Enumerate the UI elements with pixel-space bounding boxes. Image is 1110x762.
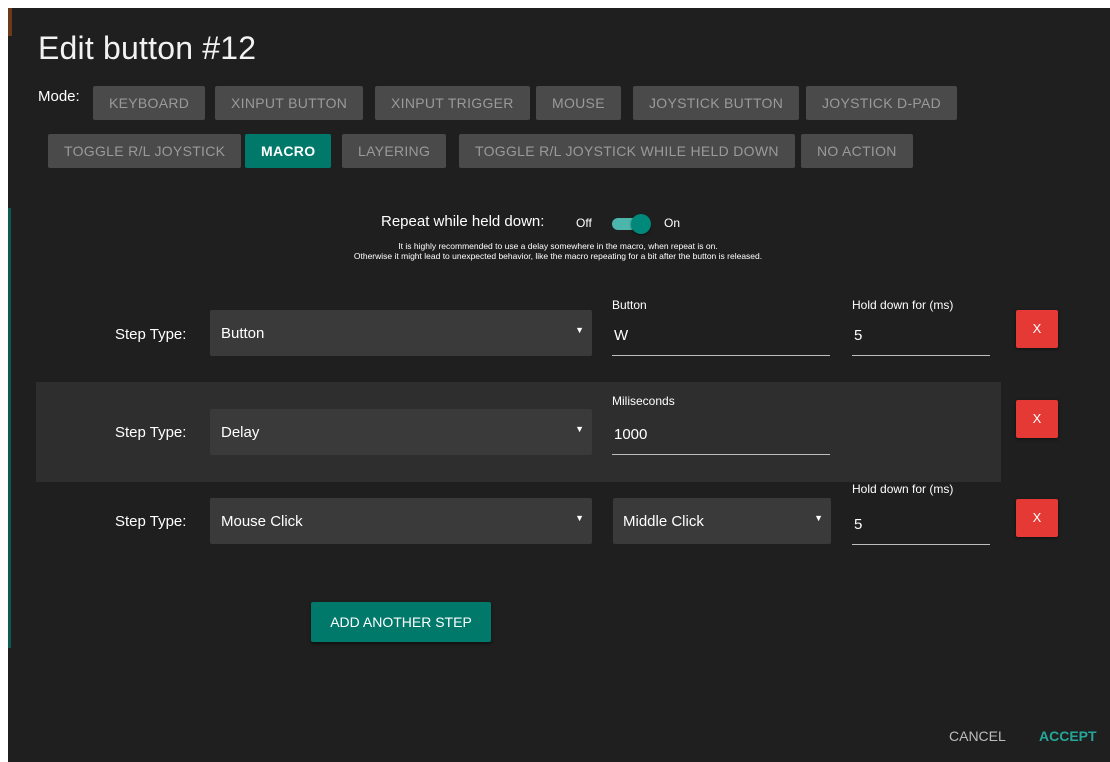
step-type-value: Button (221, 325, 265, 342)
button-key-input[interactable]: W (612, 316, 830, 356)
dropdown-caret-icon: ▼ (575, 325, 584, 335)
hold-down-input[interactable]: 5 (852, 316, 990, 356)
step-type-value: Delay (221, 424, 260, 441)
repeat-hint: It is highly recommended to use a delay … (238, 241, 878, 261)
milliseconds-input[interactable]: 1000 (612, 415, 830, 455)
milliseconds-value: 1000 (614, 426, 648, 443)
repeat-on-label: On (664, 216, 681, 230)
dropdown-caret-icon: ▼ (814, 513, 823, 523)
mode-mouse-button[interactable]: MOUSE (536, 86, 621, 120)
dropdown-caret-icon: ▼ (575, 424, 584, 434)
repeat-toggle[interactable] (610, 214, 651, 234)
mode-keyboard-button[interactable]: KEYBOARD (93, 86, 206, 120)
delete-step-button[interactable]: X (1016, 400, 1058, 438)
cancel-button[interactable]: CANCEL (949, 728, 1006, 744)
hold-down-label: Hold down for (ms) (852, 298, 954, 312)
step-type-label: Step Type: (115, 326, 187, 343)
step-type-value: Mouse Click (221, 513, 303, 530)
hold-down-label: Hold down for (ms) (852, 482, 954, 496)
mode-toggle-rl-joystick-held-button[interactable]: TOGGLE R/L JOYSTICK WHILE HELD DOWN (459, 134, 795, 168)
mode-joystick-dpad-button[interactable]: JOYSTICK D-PAD (806, 86, 958, 120)
app-window: Edit button #12 Mode: KEYBOARD XINPUT BU… (0, 0, 1110, 762)
button-key-value: W (614, 327, 629, 344)
mode-xinput-trigger-button[interactable]: XINPUT TRIGGER (375, 86, 530, 120)
repeat-hint-line1: It is highly recommended to use a delay … (398, 241, 718, 251)
add-another-step-button[interactable]: ADD ANOTHER STEP (311, 602, 491, 642)
dropdown-caret-icon: ▼ (575, 513, 584, 523)
dialog-edge-decoration (8, 8, 12, 36)
edit-button-dialog: Edit button #12 Mode: KEYBOARD XINPUT BU… (8, 8, 1110, 762)
accept-button[interactable]: ACCEPT (1039, 728, 1097, 744)
hold-down-value: 5 (854, 327, 863, 344)
mode-layering-button[interactable]: LAYERING (342, 134, 447, 168)
mode-joystick-button-button[interactable]: JOYSTICK BUTTON (633, 86, 800, 120)
dialog-title: Edit button #12 (38, 30, 257, 66)
toggle-thumb (631, 214, 651, 234)
dialog-edge-accent (8, 208, 11, 648)
step-type-select[interactable]: Delay ▼ (210, 409, 592, 455)
mode-macro-button[interactable]: MACRO (245, 134, 332, 168)
button-field-label: Button (612, 298, 647, 312)
milliseconds-label: Miliseconds (612, 394, 675, 408)
mode-toggle-rl-joystick-button[interactable]: TOGGLE R/L JOYSTICK (48, 134, 242, 168)
hold-down-value: 5 (854, 516, 863, 533)
delete-step-button[interactable]: X (1016, 499, 1058, 537)
repeat-label: Repeat while held down: (381, 213, 545, 230)
mouse-button-select[interactable]: Middle Click ▼ (613, 498, 831, 544)
step-type-select[interactable]: Mouse Click ▼ (210, 498, 592, 544)
delete-step-button[interactable]: X (1016, 310, 1058, 348)
mode-label: Mode: (38, 88, 80, 105)
hold-down-input[interactable]: 5 (852, 505, 990, 545)
step-type-label: Step Type: (115, 513, 187, 530)
step-type-select[interactable]: Button ▼ (210, 310, 592, 356)
repeat-off-label: Off (576, 216, 592, 230)
step-type-label: Step Type: (115, 424, 187, 441)
mode-no-action-button[interactable]: NO ACTION (801, 134, 913, 168)
mouse-button-value: Middle Click (623, 513, 704, 530)
mode-xinput-button-button[interactable]: XINPUT BUTTON (215, 86, 364, 120)
repeat-hint-line2: Otherwise it might lead to unexpected be… (353, 251, 763, 261)
